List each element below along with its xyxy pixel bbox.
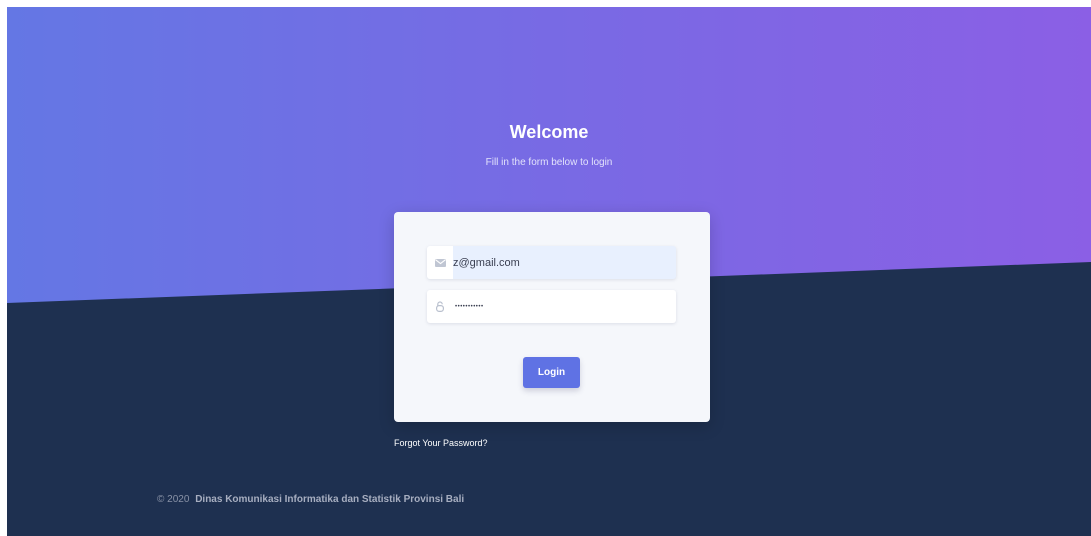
email-field-group [427,246,676,279]
footer: © 2020 Dinas Komunikasi Informatika dan … [157,494,464,505]
login-button[interactable]: Login [523,357,580,388]
page-frame: Welcome Fill in the form below to login … [7,7,1091,536]
envelope-icon [427,246,453,279]
lock-icon [427,290,453,323]
login-card: Login [394,212,710,422]
page-title: Welcome [509,122,589,142]
footer-copyright: © 2020 [157,494,190,505]
password-input[interactable] [453,290,676,323]
email-input[interactable] [453,246,676,279]
password-field-group [427,290,676,323]
footer-organization: Dinas Komunikasi Informatika dan Statist… [195,494,465,505]
page-subtitle: Fill in the form below to login [485,157,613,168]
forgot-password-link[interactable]: Forgot Your Password? [394,438,488,448]
